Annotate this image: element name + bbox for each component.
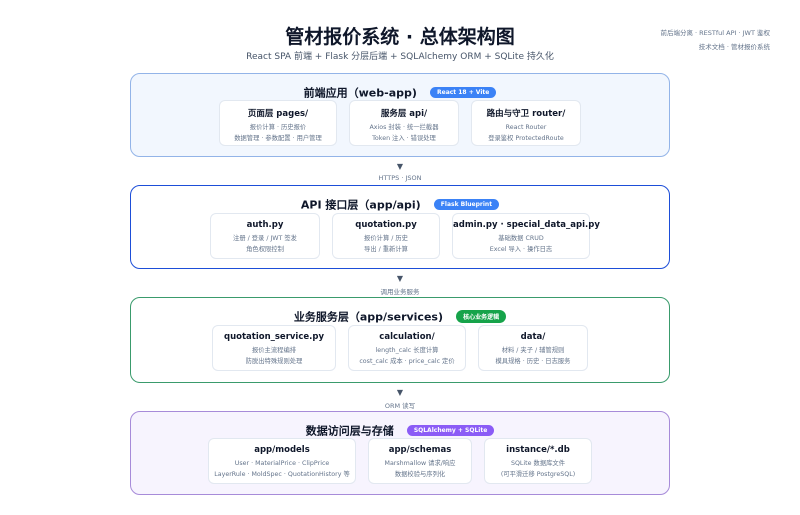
connector-orm: ▼ ORM 读写 bbox=[0, 388, 800, 410]
card-api-service-title: 服务层 api/ bbox=[380, 109, 428, 119]
card-api-service-line-2: Token 注入 · 错误处理 bbox=[372, 134, 436, 142]
layer-api-badge: Flask Blueprint bbox=[433, 199, 500, 210]
card-data-title: data/ bbox=[520, 332, 546, 342]
layer-frontend-badge: React 18 + Vite bbox=[430, 87, 497, 98]
card-instance-db: instance/*.db SQLite 数据库文件 (可平滑迁移 Postgr… bbox=[484, 438, 592, 484]
card-api-service-line-1: Axios 封装 · 统一拦截器 bbox=[369, 124, 439, 131]
card-router-line-1: React Router bbox=[505, 124, 547, 131]
arrow-down-icon: ▼ bbox=[396, 388, 404, 397]
card-data: data/ 材料 / 夹子 / 辅管规则 模具规格 · 历史 · 日志服务 bbox=[478, 325, 588, 371]
card-calculation-line-2: cost_calc 成本 · price_calc 定价 bbox=[359, 357, 455, 365]
card-schemas-line-2: 数据校验与序列化 bbox=[394, 470, 446, 478]
card-calculation: calculation/ length_calc 长度计算 cost_calc … bbox=[348, 325, 466, 371]
card-admin-line-1: 基础数据 CRUD bbox=[498, 235, 544, 242]
card-models-title: app/models bbox=[254, 445, 310, 455]
card-schemas-line-1: Marshmallow 请求/响应 bbox=[384, 460, 456, 467]
corner-note: 前后端分离 · RESTful API · JWT 鉴权 技术文档 · 管材报价… bbox=[660, 26, 770, 54]
card-quotation: quotation.py 报价计算 / 历史 导出 / 重新计算 bbox=[332, 213, 440, 259]
layer-api: API 接口层（app/api) Flask Blueprint auth.py… bbox=[130, 185, 670, 269]
card-admin-line-2: Excel 导入 · 操作日志 bbox=[489, 245, 553, 253]
card-admin: admin.py · special_data_api.py 基础数据 CRUD… bbox=[452, 213, 600, 259]
layer-services-header: 业务服务层（app/services) 核心业务逻辑 bbox=[131, 306, 669, 325]
card-quotation-service-line-1: 报价主流程编排 bbox=[251, 347, 297, 354]
card-instance-db-line-2: (可平滑迁移 PostgreSQL) bbox=[500, 470, 576, 478]
card-pages-line-2: 数据管理 · 参数配置 · 用户管理 bbox=[234, 134, 322, 142]
layer-frontend: 前端应用（web-app) React 18 + Vite 页面层 pages/… bbox=[130, 73, 670, 157]
layer-services-title: 业务服务层（app/services) bbox=[293, 310, 443, 324]
connector-service-call-label: 调用业务服务 bbox=[380, 288, 420, 296]
card-api-service: 服务层 api/ Axios 封装 · 统一拦截器 Token 注入 · 错误处… bbox=[349, 100, 459, 146]
card-calculation-line-1: length_calc 长度计算 bbox=[375, 347, 439, 354]
card-schemas-title: app/schemas bbox=[388, 445, 452, 455]
card-instance-db-line-1: SQLite 数据库文件 bbox=[510, 460, 566, 467]
card-models: app/models User · MaterialPrice · ClipPr… bbox=[208, 438, 356, 484]
card-calculation-title: calculation/ bbox=[379, 332, 435, 342]
card-quotation-service-line-2: 防脱出特殊规则处理 bbox=[245, 357, 303, 365]
connector-service-call: ▼ 调用业务服务 bbox=[0, 274, 800, 296]
layer-frontend-title: 前端应用（web-app) bbox=[303, 86, 417, 100]
card-admin-title: admin.py · special_data_api.py bbox=[453, 220, 600, 230]
layer-data-cards: app/models User · MaterialPrice · ClipPr… bbox=[131, 438, 669, 484]
layer-frontend-header: 前端应用（web-app) React 18 + Vite bbox=[131, 82, 669, 101]
card-instance-db-title: instance/*.db bbox=[506, 445, 570, 455]
card-schemas: app/schemas Marshmallow 请求/响应 数据校验与序列化 bbox=[368, 438, 472, 484]
card-quotation-service: quotation_service.py 报价主流程编排 防脱出特殊规则处理 bbox=[212, 325, 336, 371]
card-models-line-1: User · MaterialPrice · ClipPrice bbox=[234, 460, 330, 467]
card-auth-line-1: 注册 / 登录 / JWT 签发 bbox=[233, 235, 297, 242]
layer-data-badge: SQLAlchemy + SQLite bbox=[406, 425, 495, 436]
card-router-line-2: 登录鉴权 ProtectedRoute bbox=[488, 134, 564, 142]
connector-https-label: HTTPS · JSON bbox=[378, 174, 422, 182]
layer-data-header: 数据访问层与存储 SQLAlchemy + SQLite bbox=[131, 420, 669, 439]
layer-data: 数据访问层与存储 SQLAlchemy + SQLite app/models … bbox=[130, 411, 670, 495]
layer-data-title: 数据访问层与存储 bbox=[305, 424, 394, 438]
arrow-down-icon: ▼ bbox=[396, 274, 404, 283]
connector-orm-label: ORM 读写 bbox=[384, 402, 416, 410]
card-router-title: 路由与守卫 router/ bbox=[486, 109, 566, 119]
corner-note-line-1: 前后端分离 · RESTful API · JWT 鉴权 bbox=[660, 29, 770, 37]
card-quotation-line-1: 报价计算 / 历史 bbox=[364, 235, 408, 242]
layer-api-header: API 接口层（app/api) Flask Blueprint bbox=[131, 194, 669, 213]
card-data-line-2: 模具规格 · 历史 · 日志服务 bbox=[495, 357, 571, 365]
layer-api-cards: auth.py 注册 / 登录 / JWT 签发 角色权限控制 quotatio… bbox=[131, 213, 669, 259]
card-quotation-service-title: quotation_service.py bbox=[223, 332, 325, 342]
card-pages: 页面层 pages/ 报价计算 · 历史报价 数据管理 · 参数配置 · 用户管… bbox=[219, 100, 337, 146]
card-quotation-line-2: 导出 / 重新计算 bbox=[364, 245, 408, 253]
card-pages-line-1: 报价计算 · 历史报价 bbox=[249, 124, 307, 131]
card-auth-line-2: 角色权限控制 bbox=[246, 245, 284, 253]
card-auth: auth.py 注册 / 登录 / JWT 签发 角色权限控制 bbox=[210, 213, 320, 259]
card-auth-title: auth.py bbox=[246, 220, 284, 230]
layer-services-badge: 核心业务逻辑 bbox=[456, 310, 507, 323]
card-pages-title: 页面层 pages/ bbox=[247, 109, 309, 119]
card-models-line-2: LayerRule · MoldSpec · QuotationHistory … bbox=[214, 470, 350, 478]
corner-note-line-2: 技术文档 · 管材报价系统 bbox=[698, 43, 770, 51]
layer-api-title: API 接口层（app/api) bbox=[300, 198, 421, 212]
card-data-line-1: 材料 / 夹子 / 辅管规则 bbox=[501, 347, 565, 354]
card-router: 路由与守卫 router/ React Router 登录鉴权 Protecte… bbox=[471, 100, 581, 146]
layer-frontend-cards: 页面层 pages/ 报价计算 · 历史报价 数据管理 · 参数配置 · 用户管… bbox=[131, 100, 669, 146]
layer-services: 业务服务层（app/services) 核心业务逻辑 quotation_ser… bbox=[130, 297, 670, 383]
connector-https: ▼ HTTPS · JSON bbox=[0, 162, 800, 182]
layer-services-cards: quotation_service.py 报价主流程编排 防脱出特殊规则处理 c… bbox=[131, 325, 669, 371]
card-quotation-title: quotation.py bbox=[355, 220, 417, 230]
arrow-down-icon: ▼ bbox=[396, 162, 404, 171]
